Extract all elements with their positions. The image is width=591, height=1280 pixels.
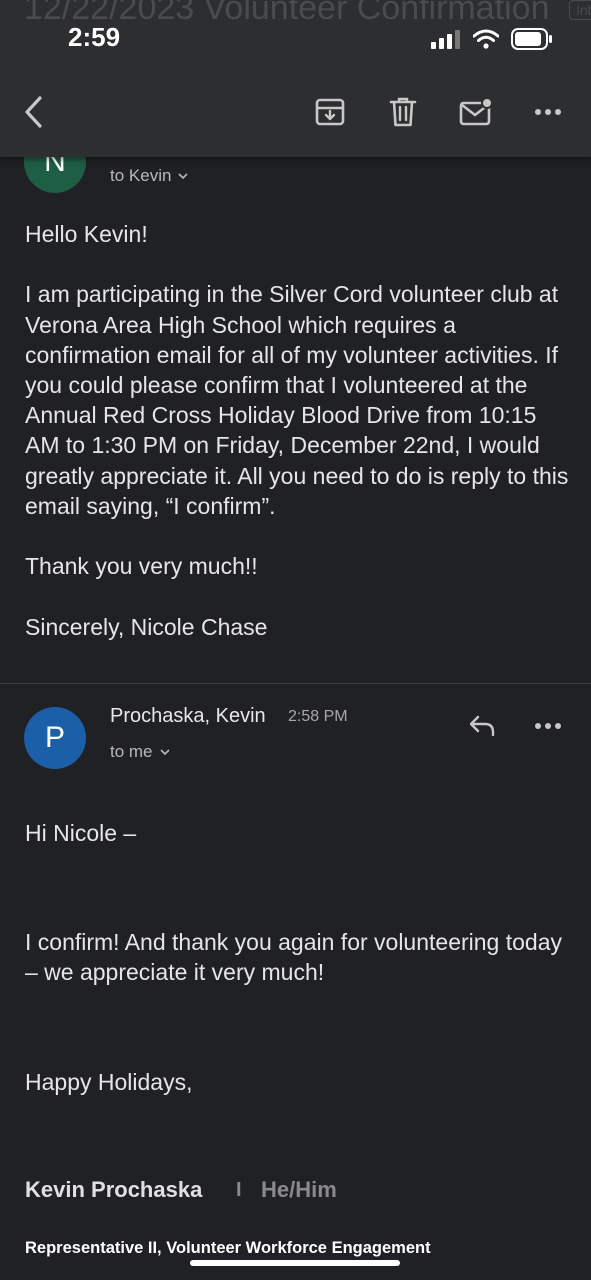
- avatar-letter: P: [44, 721, 65, 754]
- wifi-icon: [473, 29, 499, 49]
- message-closing: Happy Holidays,: [25, 1069, 193, 1095]
- more-options-button[interactable]: [528, 92, 568, 132]
- more-horizontal-icon: [535, 109, 561, 115]
- battery-icon: [511, 28, 552, 50]
- archive-icon: [315, 98, 345, 126]
- mark-unread-button[interactable]: [456, 92, 496, 132]
- sender-avatar-p[interactable]: P: [24, 707, 86, 769]
- inbox-label: Inbox: [568, 0, 591, 21]
- message-more-button[interactable]: [530, 708, 566, 744]
- signature-separator: I: [236, 1179, 242, 1201]
- more-horizontal-icon: [535, 723, 561, 729]
- chevron-down-icon: [159, 749, 170, 756]
- cellular-signal-icon: [431, 30, 460, 49]
- status-icons: [431, 28, 553, 50]
- status-time: 2:59: [68, 22, 121, 52]
- message-timestamp: 2:58 PM: [288, 708, 348, 725]
- signature-name: Kevin Prochaska: [25, 1177, 203, 1202]
- reply-icon: [469, 715, 495, 737]
- signature-title: Representative II, Volunteer Workforce E…: [25, 1239, 431, 1257]
- reply-button[interactable]: [464, 708, 500, 744]
- back-button[interactable]: [14, 92, 54, 132]
- message-thanks: Thank you very much!!: [25, 553, 258, 580]
- message-greeting: Hello Kevin!: [25, 221, 148, 247]
- chevron-down-icon: [178, 173, 189, 180]
- recipient-label: to me: [110, 742, 153, 761]
- message-signoff: Sincerely, Nicole Chase: [25, 613, 268, 640]
- signature-pronouns: He/Him: [261, 1177, 337, 1202]
- recipient-toggle[interactable]: to Kevin: [110, 166, 189, 186]
- recipient-toggle[interactable]: to me: [110, 742, 171, 762]
- sender-name[interactable]: Prochaska, Kevin: [110, 705, 266, 728]
- message-divider: [0, 683, 591, 684]
- message-paragraph: I am participating in the Silver Cord vo…: [25, 281, 569, 519]
- trash-icon: [389, 97, 417, 127]
- archive-button[interactable]: [310, 92, 350, 132]
- home-indicator[interactable]: [190, 1260, 400, 1266]
- top-toolbar: 12/22/2023 Volunteer Confirmation Inbox …: [0, 0, 591, 157]
- chevron-left-icon: [25, 96, 42, 128]
- recipient-label: to Kevin: [110, 166, 172, 185]
- mail-unread-icon: [459, 97, 493, 126]
- message-body: Hello Kevin! I am participating in the S…: [25, 219, 570, 642]
- message-greeting: Hi Nicole –: [25, 820, 137, 846]
- delete-button[interactable]: [383, 92, 423, 132]
- message-paragraph: I confirm! And thank you again for volun…: [25, 929, 562, 986]
